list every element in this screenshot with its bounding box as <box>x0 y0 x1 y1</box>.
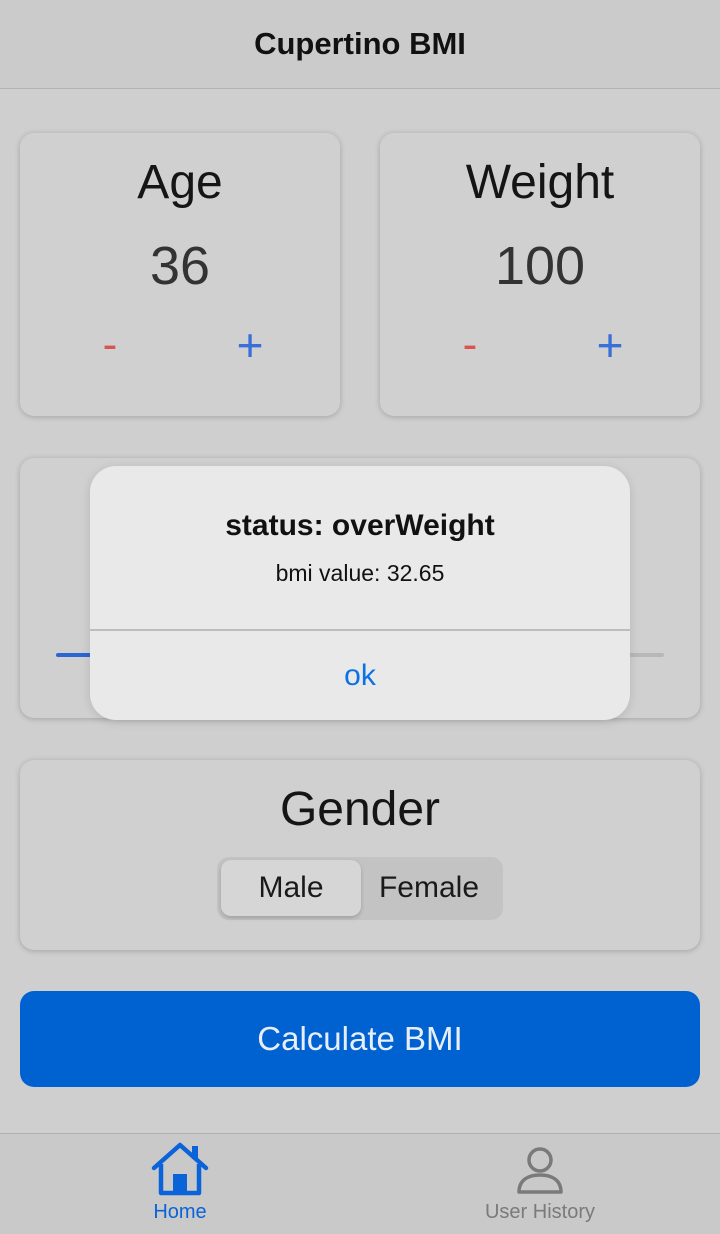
weight-value: 100 <box>494 236 586 296</box>
tab-bar: Home User History <box>0 1133 720 1234</box>
weight-increment-button[interactable]: + <box>580 315 640 375</box>
tab-home-label: Home <box>153 1201 207 1223</box>
tab-home[interactable]: Home <box>0 1134 360 1234</box>
alert-title: status: overWeight <box>225 509 495 542</box>
age-value: 36 <box>149 236 211 296</box>
age-increment-button[interactable]: + <box>220 315 280 375</box>
bmi-result-alert: status: overWeight bmi value: 32.65 ok <box>90 466 630 720</box>
tab-user-history[interactable]: User History <box>360 1134 720 1234</box>
navigation-bar: Cupertino BMI <box>0 0 720 89</box>
gender-label: Gender <box>279 783 441 836</box>
age-label: Age <box>137 156 223 209</box>
weight-card: Weight 100 - + <box>380 133 700 416</box>
age-decrement-button[interactable]: - <box>80 315 140 375</box>
gender-option-female[interactable]: Female <box>359 860 499 916</box>
gender-card: Gender Male Female <box>20 760 700 950</box>
home-icon <box>151 1142 209 1196</box>
alert-ok-button[interactable]: ok <box>90 631 630 720</box>
app-title: Cupertino BMI <box>254 26 466 61</box>
tab-user-history-label: User History <box>484 1201 595 1223</box>
age-card: Age 36 - + <box>20 133 340 416</box>
gender-option-male[interactable]: Male <box>221 860 361 916</box>
calculate-bmi-button[interactable]: Calculate BMI <box>20 991 700 1087</box>
weight-decrement-button[interactable]: - <box>440 315 500 375</box>
alert-message: bmi value: 32.65 <box>275 560 445 586</box>
person-icon <box>517 1147 563 1194</box>
gender-segmented-control: Male Female <box>217 857 503 920</box>
weight-label: Weight <box>465 156 615 209</box>
